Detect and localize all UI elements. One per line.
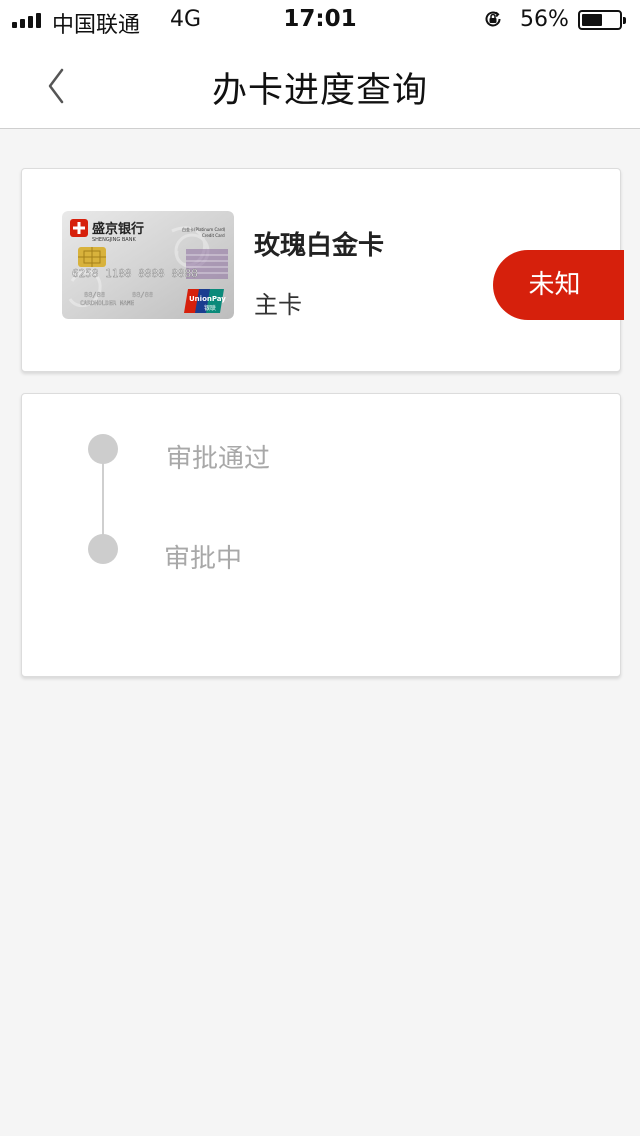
card-expiry-b: 88/88 — [132, 291, 153, 299]
unionpay-logo: UnionPay 银联 — [184, 289, 226, 313]
card-tier: 白金卡(Platinum Card) — [182, 226, 226, 232]
card-name: 玫瑰白金卡 — [254, 231, 385, 261]
battery-percent: 56% — [520, 7, 569, 32]
step-label-in-review: 审批中 — [164, 544, 243, 574]
card-network-en: UnionPay — [189, 295, 226, 303]
battery-level — [582, 14, 602, 26]
credit-card-image: 盛京银行 SHENGJING BANK 白金卡(Platinum Card) C… — [62, 211, 234, 319]
orientation-lock-icon — [485, 11, 501, 27]
nav-bar: 办卡进度查询 — [0, 40, 640, 129]
card-holder: CARDHOLDER NAME — [80, 300, 135, 307]
card-kind: Credit Card — [202, 233, 225, 238]
step-dot-approved — [88, 434, 118, 464]
status-badge: 未知 — [493, 250, 624, 320]
step-dot-in-review — [88, 534, 118, 564]
card-type: 主卡 — [254, 291, 302, 319]
page-title: 办卡进度查询 — [211, 71, 428, 111]
status-bar: 中国联通 4G 17:01 56% — [0, 0, 640, 40]
card-bank-name: 盛京银行 — [92, 221, 144, 237]
step-label-approved: 审批通过 — [166, 444, 271, 474]
card-expiry-a: 88/88 — [84, 291, 105, 299]
card-bank-name-en: SHENGJING BANK — [92, 237, 136, 243]
progress-panel: 审批通过 审批中 — [21, 393, 621, 677]
card-number: 6258 1188 8888 8888 — [72, 267, 198, 280]
card-network-cn: 银联 — [204, 304, 216, 312]
battery-icon — [578, 10, 626, 30]
